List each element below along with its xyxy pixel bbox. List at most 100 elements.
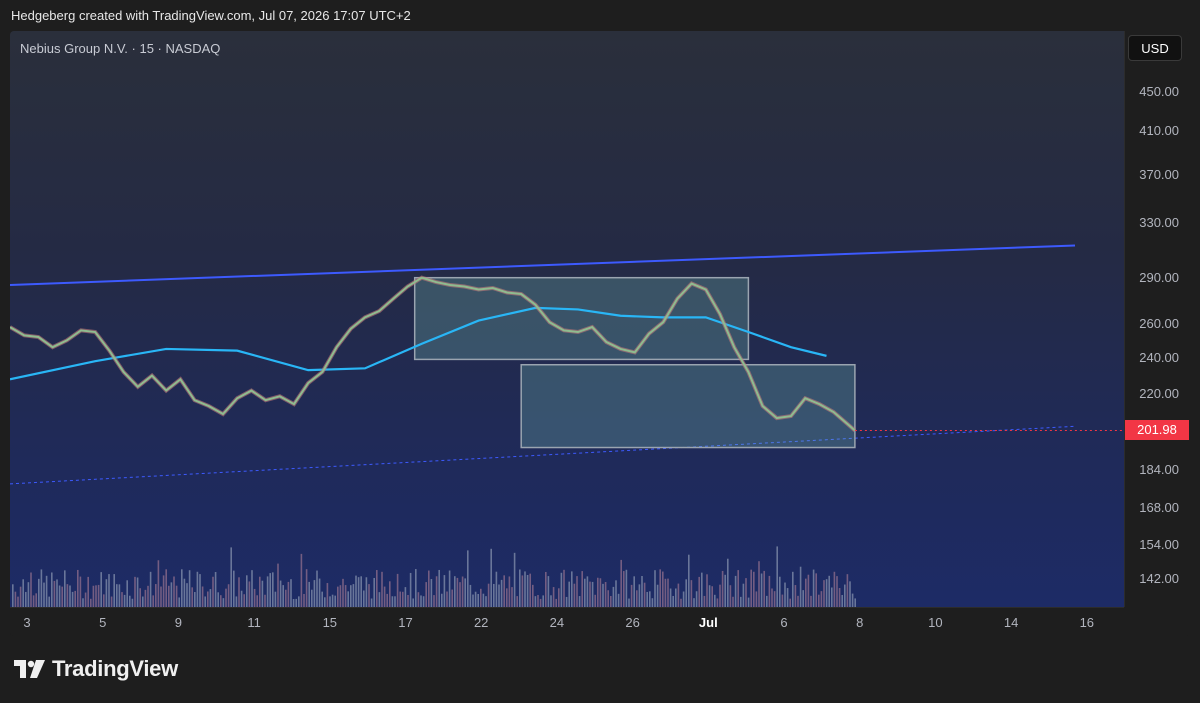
volume-bar [259, 576, 261, 607]
volume-bar [519, 569, 521, 607]
volume-bar [714, 594, 716, 607]
volume-bar [360, 576, 362, 607]
volume-bar [771, 588, 773, 607]
volume-bar [789, 598, 791, 607]
volume-bar [594, 594, 596, 607]
volume-bar [487, 583, 490, 607]
volume-bar [825, 579, 828, 607]
volume-bar [706, 574, 708, 607]
volume-bar [173, 576, 175, 607]
volume-bar [103, 594, 105, 607]
volume-bar [56, 579, 58, 607]
time-tick-label: 6 [780, 615, 788, 630]
volume-bar [701, 572, 703, 607]
volume-bar [318, 578, 321, 607]
volume-bar [755, 591, 758, 607]
volume-bar [168, 585, 170, 607]
volume-bar [212, 576, 214, 607]
volume-bar [87, 576, 89, 607]
volume-bar [576, 576, 578, 607]
volume-bar [48, 596, 50, 607]
volume-bar [53, 580, 56, 607]
volume-bar [742, 583, 745, 607]
volume-bar [669, 588, 672, 607]
volume-bar [446, 591, 448, 607]
volume-bar [740, 596, 742, 607]
volume-bar [552, 587, 555, 607]
volume-bar [165, 569, 167, 607]
volume-bar [207, 591, 209, 607]
range-box-2 [520, 363, 856, 449]
volume-bar [768, 575, 771, 607]
volume-bar [285, 589, 287, 607]
volume-bar [188, 570, 191, 607]
volume-bar [45, 575, 48, 607]
volume-bar [22, 579, 24, 607]
volume-bar [628, 598, 630, 607]
volume-bar [721, 570, 724, 607]
volume-bar [181, 569, 183, 607]
volume-bar [344, 585, 347, 607]
volume-bar [396, 573, 399, 607]
time-tick-label: 17 [398, 615, 413, 630]
volume-bar [836, 576, 838, 607]
volume-bar [277, 563, 279, 607]
volume-bar [846, 574, 849, 607]
price-tick-label: 168.00 [1139, 500, 1179, 516]
volume-bar [417, 592, 420, 607]
price-tick-label: 290.00 [1139, 269, 1179, 285]
price-tick-label: 142.00 [1139, 571, 1179, 587]
volume-bar [493, 583, 495, 607]
volume-bar [547, 576, 550, 607]
volume-bar [66, 584, 69, 607]
volume-bar [389, 581, 391, 607]
volume-bar [472, 594, 474, 607]
tradingview-logo-icon [14, 660, 45, 678]
volume-bar [651, 598, 654, 607]
volume-bar [186, 583, 188, 607]
volume-bar [251, 570, 253, 607]
volume-bar [612, 586, 615, 607]
volume-bar [682, 591, 685, 607]
volume-bar [157, 560, 160, 607]
volume-bar [342, 578, 344, 607]
volume-bar [77, 569, 79, 607]
volume-bar [40, 569, 43, 607]
volume-bar [32, 595, 35, 607]
volume-bar [386, 593, 388, 607]
volume-bar [139, 588, 141, 607]
currency-button[interactable]: USD [1128, 35, 1182, 61]
volume-bar [807, 574, 810, 607]
volume-bar [794, 585, 797, 607]
volume-bar [760, 573, 763, 607]
volume-bar [131, 598, 134, 607]
price-chart [10, 244, 1124, 607]
volume-bar [568, 581, 570, 607]
volume-bar [17, 596, 19, 607]
volume-bar [373, 577, 375, 607]
symbol-legend[interactable]: Nebius Group N.V. · 15 · NASDAQ [20, 41, 220, 56]
volume-bar [225, 588, 227, 607]
volume-bar [326, 583, 329, 607]
volume-bar [308, 581, 310, 607]
volume-bar [617, 593, 620, 607]
volume-bar [469, 584, 472, 607]
volume-bar [126, 580, 128, 607]
volume-bar [773, 591, 776, 607]
volume-bar [545, 571, 547, 607]
volume-bar [480, 588, 482, 607]
volume-bar [199, 574, 201, 607]
volume-bar [71, 591, 74, 607]
plot-area[interactable]: Nebius Group N.V. · 15 · NASDAQ [10, 31, 1124, 607]
volume-bar [664, 578, 667, 607]
volume-bar [149, 571, 152, 607]
volume-bar [745, 578, 747, 607]
volume-bar [841, 594, 843, 607]
volume-bar [110, 596, 113, 607]
volume-bar [459, 582, 461, 607]
volume-bar [300, 553, 303, 607]
volume-bar [451, 589, 453, 607]
price-axis[interactable]: 450.00 410.00 370.00 330.00 290.00 260.00 240.… [1124, 31, 1190, 607]
volume-bar [415, 569, 417, 607]
time-axis[interactable]: 3 5 9 11 15 17 22 24 26 Jul 6 8 10 14 16 [10, 607, 1124, 636]
